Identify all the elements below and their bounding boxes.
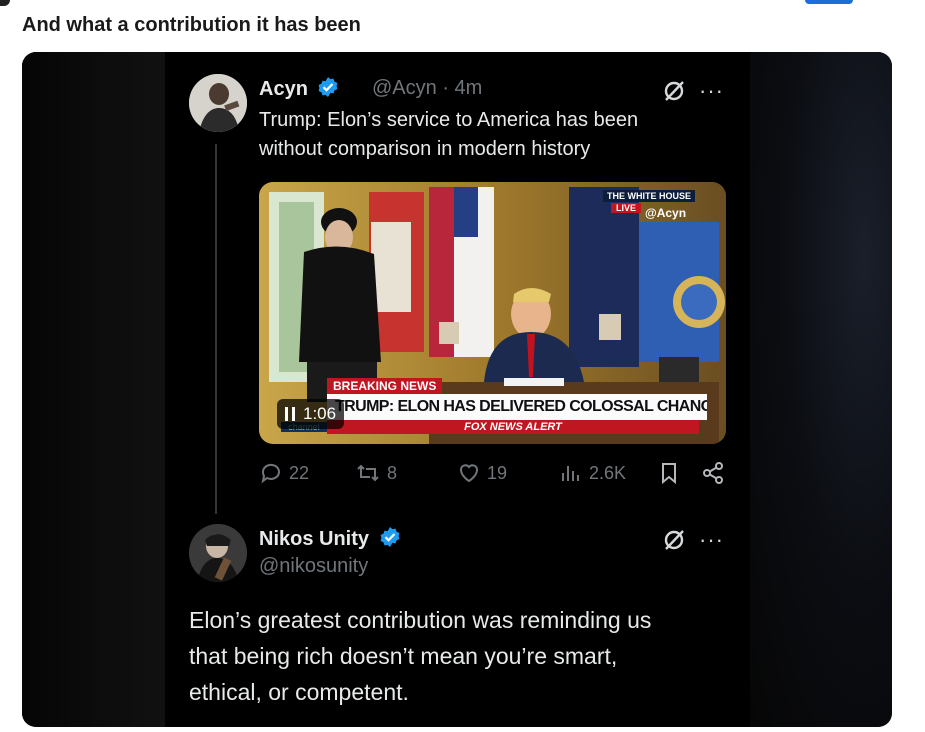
avatar-edge: [0, 0, 10, 6]
fox-alert-bar: FOX NEWS ALERT: [327, 420, 699, 434]
header-button-edge[interactable]: [805, 0, 853, 4]
bookmark-button[interactable]: [657, 461, 681, 485]
verified-badge-icon: [319, 77, 338, 97]
like-count: 19: [487, 462, 508, 483]
reply-text-line-2: that being rich doesn’t mean you’re smar…: [189, 643, 618, 669]
thread-line: [215, 144, 217, 514]
reply-button[interactable]: 22: [259, 461, 309, 485]
avatar[interactable]: [189, 74, 247, 132]
more-icon[interactable]: ···: [699, 527, 724, 553]
video-player[interactable]: BREAKING NEWS TRUMP: ELON HAS DELIVERED …: [259, 182, 726, 444]
pause-icon[interactable]: [285, 407, 295, 421]
tweet-thread: Acyn @Acyn · 4m ··· Trump: Elon’s servic…: [165, 52, 750, 727]
reply-author-name-text[interactable]: Nikos Unity: [259, 528, 369, 550]
like-button[interactable]: 19: [457, 461, 507, 485]
repost-button[interactable]: 8: [355, 461, 397, 485]
repost-count: 8: [387, 462, 398, 483]
views-count: 2.6K: [589, 462, 627, 483]
embedded-screenshot: Acyn @Acyn · 4m ··· Trump: Elon’s servic…: [22, 52, 892, 727]
share-button[interactable]: [701, 461, 725, 485]
author-name[interactable]: Acyn: [259, 76, 339, 101]
author-handle-time[interactable]: @Acyn · 4m: [372, 77, 482, 100]
grok-icon[interactable]: [662, 528, 686, 557]
reply-text-line-1: Elon’s greatest contribution was remindi…: [189, 607, 652, 633]
like-icon: [460, 464, 478, 483]
reply-text-line-3: ethical, or competent.: [189, 679, 409, 705]
repost-icon: [357, 464, 379, 482]
views-icon: [562, 466, 579, 481]
more-icon[interactable]: ···: [699, 78, 724, 104]
chyron-headline: TRUMP: ELON HAS DELIVERED COLOSSAL CHANG…: [327, 394, 707, 420]
video-time: 1:06: [303, 404, 337, 423]
breaking-news-tag: BREAKING NEWS: [327, 378, 443, 394]
tweet-text-line-2: without comparison in modern history: [259, 138, 591, 160]
post-title: And what a contribution it has been: [22, 14, 361, 36]
views-button[interactable]: 2.6K: [559, 461, 626, 485]
author-name-text[interactable]: Acyn: [259, 78, 308, 100]
grok-icon[interactable]: [662, 79, 686, 108]
reply-count: 22: [289, 462, 310, 483]
blur-left: [22, 52, 165, 727]
blur-right: [750, 52, 892, 727]
live-tag: LIVE: [611, 203, 642, 213]
reply-text: Elon’s greatest contribution was remindi…: [189, 602, 729, 710]
tweet-text-line-1: Trump: Elon’s service to America has bee…: [259, 109, 639, 131]
location-tag: THE WHITE HOUSE: [603, 190, 696, 202]
reply-author-handle[interactable]: @nikosunity: [259, 555, 368, 578]
verified-badge-icon: [380, 527, 399, 547]
video-watermark: @Acyn: [645, 206, 687, 220]
avatar[interactable]: [189, 524, 247, 582]
share-icon: [703, 462, 723, 484]
reply-icon: [261, 463, 280, 484]
bookmark-icon: [662, 463, 676, 485]
tweet-actions: 22 8 19 2.6K: [259, 461, 729, 491]
video-time-badge[interactable]: 1:06: [277, 399, 345, 429]
reply-author-name[interactable]: Nikos Unity: [259, 526, 401, 551]
